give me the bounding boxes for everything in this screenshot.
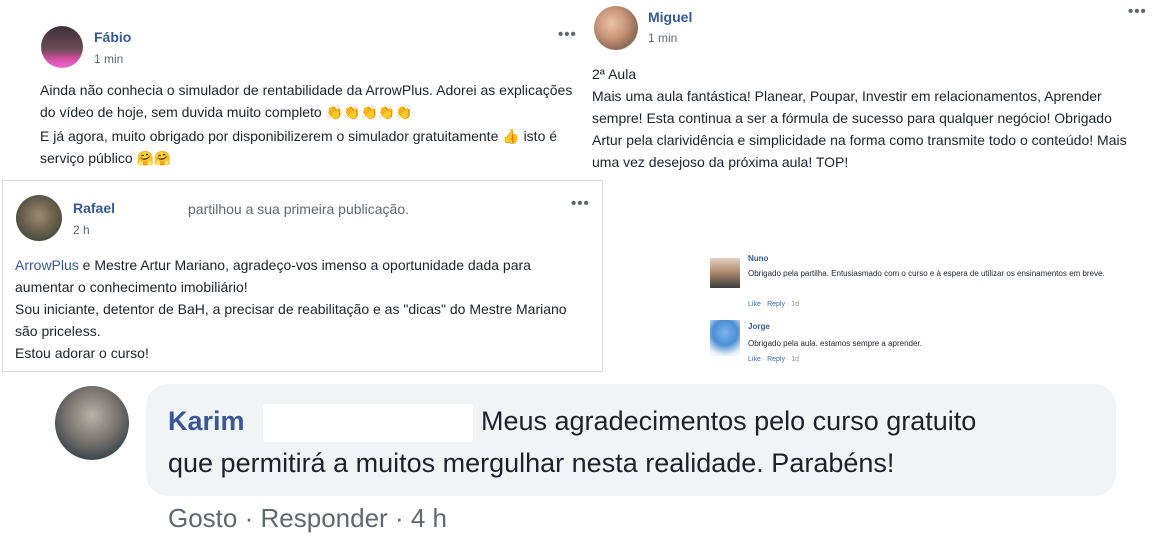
comment-author[interactable]: Nuno	[748, 254, 768, 263]
comment-bubble: Karim Meus agradecimentos pelo curso gra…	[146, 384, 1116, 496]
post-paragraph: Mais uma aula fantástica! Planear, Poupa…	[592, 88, 1127, 170]
more-options-icon[interactable]: •••	[571, 195, 590, 212]
reply-link[interactable]: Reply	[767, 356, 785, 363]
comment-text: Obrigado pela aula. estamos sempre a apr…	[748, 339, 922, 348]
comment-text: Obrigado pela partilha. Entusiasmado com…	[748, 269, 1105, 278]
like-link[interactable]: Gosto	[168, 503, 237, 533]
avatar-rafael[interactable]	[16, 195, 62, 241]
avatar-miguel[interactable]	[594, 6, 638, 50]
author-name[interactable]: Fábio	[94, 29, 131, 45]
redacted-surname	[263, 404, 473, 442]
post-body: 2ª Aula Mais uma aula fantástica! Planea…	[592, 63, 1142, 173]
post-fabio: Fábio 1 min ••• Ainda não conhecia o sim…	[30, 12, 590, 180]
post-paragraph: Ainda não conhecia o simulador de rentab…	[40, 82, 573, 120]
reply-link[interactable]: Reply	[767, 301, 785, 308]
post-paragraph: E já agora, muito obrigado por disponibi…	[40, 128, 558, 166]
post-paragraph: ArrowPlus e Mestre Artur Mariano, agrade…	[15, 254, 575, 298]
post-time[interactable]: 1 min	[94, 52, 123, 66]
post-paragraph: Sou iniciante, detentor de BaH, a precis…	[15, 301, 567, 339]
post-rafael: Rafael partilhou a sua primeira publicaç…	[2, 180, 603, 372]
post-paragraph: Estou adorar o curso!	[15, 345, 149, 361]
comment-actions: Like · Reply · 1d	[748, 301, 800, 308]
post-body: ArrowPlus e Mestre Artur Mariano, agrade…	[15, 254, 575, 364]
comment-author[interactable]: Karim	[168, 406, 245, 437]
post-miguel: Miguel 1 min ••• 2ª Aula Mais uma aula f…	[582, 0, 1158, 180]
author-name[interactable]: Rafael	[73, 200, 115, 216]
comment-actions: Like · Reply · 1d	[748, 356, 800, 363]
separator: ·	[244, 503, 254, 533]
avatar-karim[interactable]	[55, 386, 129, 460]
avatar-fabio[interactable]	[41, 26, 83, 68]
comment-time[interactable]: 1d	[791, 356, 799, 363]
post-body: Ainda não conhecia o simulador de rentab…	[40, 79, 580, 169]
comment-karim: Karim Meus agradecimentos pelo curso gra…	[0, 378, 1158, 547]
separator: ·	[394, 503, 404, 533]
comment-text-line: Meus agradecimentos pelo curso gratuito	[481, 406, 977, 436]
avatar-jorge[interactable]	[710, 320, 740, 356]
like-link[interactable]: Like	[748, 356, 761, 363]
post-heading: 2ª Aula	[592, 66, 637, 82]
comment-time[interactable]: 4 h	[411, 503, 447, 533]
paragraph-text: e Mestre Artur Mariano, agradeço-vos ime…	[15, 257, 531, 295]
more-options-icon[interactable]: •••	[1128, 3, 1147, 20]
comment-text-line: que permitirá a muitos mergulhar nesta r…	[168, 448, 895, 478]
author-name[interactable]: Miguel	[648, 9, 692, 25]
like-link[interactable]: Like	[748, 301, 761, 308]
comment-actions: Gosto · Responder · 4 h	[168, 503, 447, 534]
post-action: partilhou a sua primeira publicação.	[188, 201, 410, 217]
more-options-icon[interactable]: •••	[558, 26, 577, 43]
post-time[interactable]: 1 min	[648, 31, 677, 45]
comment-time[interactable]: 1d	[791, 301, 799, 308]
comment-author[interactable]: Jorge	[748, 322, 770, 331]
reply-link[interactable]: Responder	[261, 503, 388, 533]
comment-list: Nuno Obrigado pela partilha. Entusiasmad…	[700, 248, 1120, 374]
avatar-nuno[interactable]	[710, 258, 740, 288]
mention-link[interactable]: ArrowPlus	[15, 257, 79, 273]
post-time[interactable]: 2 h	[73, 223, 90, 237]
